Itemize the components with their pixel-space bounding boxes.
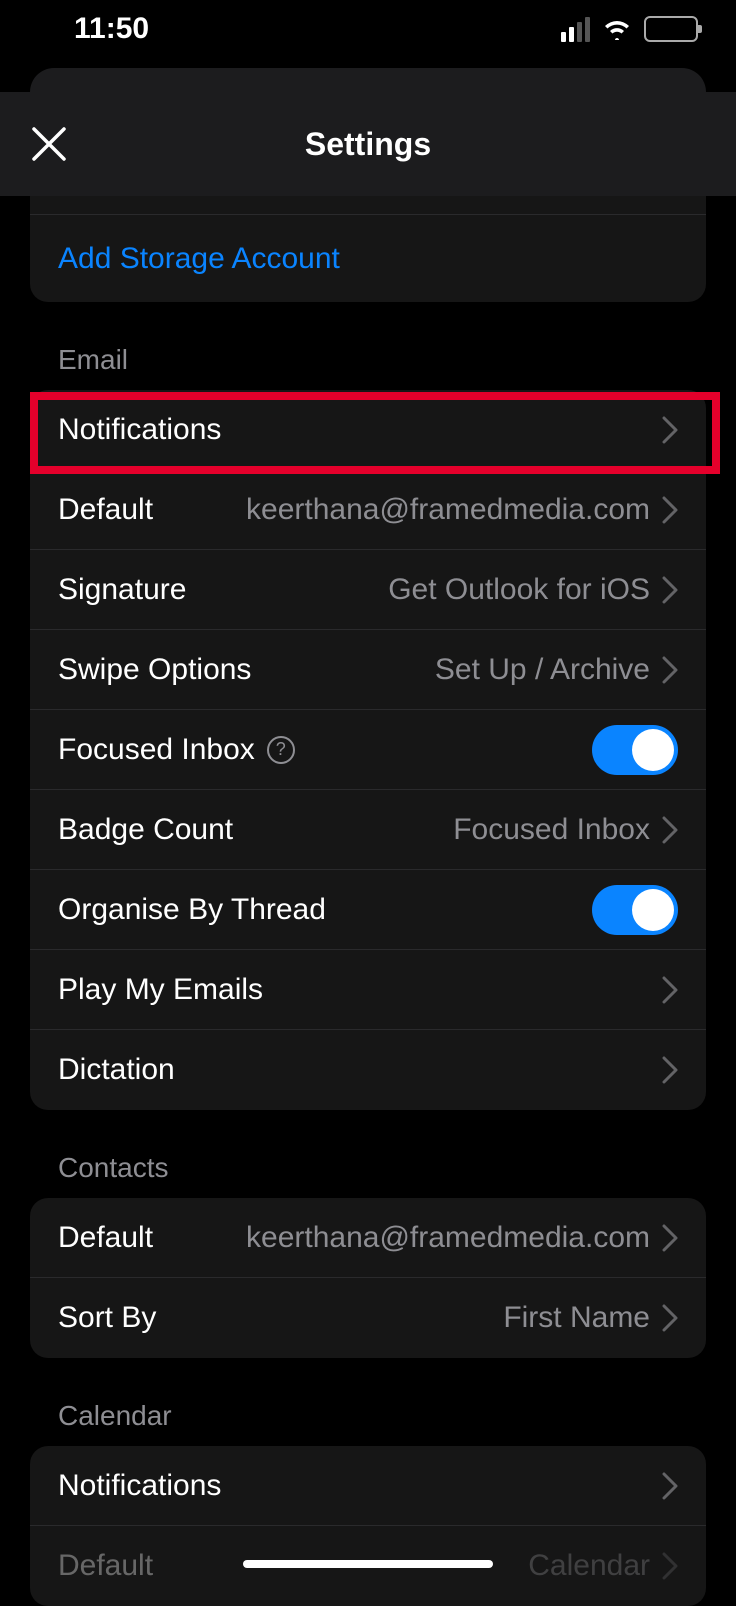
home-indicator[interactable] [243,1560,493,1568]
help-icon[interactable]: ? [267,736,295,764]
email-dictation-label: Dictation [58,1053,175,1087]
settings-header: Settings [0,92,736,196]
section-header-contacts: Contacts [0,1110,736,1198]
email-default-value: keerthana@framedmedia.com [246,493,650,527]
email-organise-label: Organise By Thread [58,893,326,927]
chevron-right-icon [662,416,678,444]
close-button[interactable] [30,125,68,163]
email-notifications-row[interactable]: Notifications [30,390,706,470]
calendar-notifications-row[interactable]: Notifications [30,1446,706,1526]
calendar-default-value: Calendar [528,1549,650,1583]
wifi-icon [602,18,632,40]
status-time: 11:50 [74,12,149,46]
contacts-sort-row[interactable]: Sort By First Name [30,1278,706,1358]
page-title: Settings [305,126,431,163]
email-default-label: Default [58,493,153,527]
email-signature-label: Signature [58,573,186,607]
close-icon [30,125,68,163]
chevron-right-icon [662,496,678,524]
email-badge-value: Focused Inbox [453,813,650,847]
email-focused-inbox-label: Focused Inbox [58,733,255,767]
calendar-default-label: Default [58,1549,153,1583]
email-default-row[interactable]: Default keerthana@framedmedia.com [30,470,706,550]
organise-by-thread-toggle[interactable] [592,885,678,935]
contacts-card: Default keerthana@framedmedia.com Sort B… [30,1198,706,1358]
focused-inbox-toggle[interactable] [592,725,678,775]
section-header-calendar: Calendar [0,1358,736,1446]
accounts-card: Add Storage Account [30,196,706,302]
email-badge-row[interactable]: Badge Count Focused Inbox [30,790,706,870]
email-focused-inbox-row: Focused Inbox ? [30,710,706,790]
battery-icon [644,16,698,42]
email-organise-row: Organise By Thread [30,870,706,950]
add-storage-account-label: Add Storage Account [58,242,340,276]
chevron-right-icon [662,1304,678,1332]
chevron-right-icon [662,1224,678,1252]
email-card: Notifications Default keerthana@framedme… [30,390,706,1110]
add-storage-account-button[interactable]: Add Storage Account [30,214,706,302]
email-signature-value: Get Outlook for iOS [388,573,650,607]
chevron-right-icon [662,1056,678,1084]
chevron-right-icon [662,976,678,1004]
email-badge-label: Badge Count [58,813,233,847]
contacts-sort-label: Sort By [58,1301,156,1335]
email-swipe-row[interactable]: Swipe Options Set Up / Archive [30,630,706,710]
cell-signal-icon [561,17,590,42]
email-notifications-label: Notifications [58,413,221,447]
email-dictation-row[interactable]: Dictation [30,1030,706,1110]
email-play-label: Play My Emails [58,973,263,1007]
contacts-sort-value: First Name [503,1301,650,1335]
status-bar: 11:50 [0,0,736,58]
contacts-default-row[interactable]: Default keerthana@framedmedia.com [30,1198,706,1278]
email-swipe-label: Swipe Options [58,653,251,687]
contacts-default-label: Default [58,1221,153,1255]
calendar-notifications-label: Notifications [58,1469,221,1503]
contacts-default-value: keerthana@framedmedia.com [246,1221,650,1255]
section-header-email: Email [0,302,736,390]
modal-backdrop-top [30,68,706,92]
calendar-card: Notifications Default Calendar [30,1446,706,1606]
chevron-right-icon [662,1472,678,1500]
email-swipe-value: Set Up / Archive [435,653,650,687]
status-right [561,16,698,42]
email-signature-row[interactable]: Signature Get Outlook for iOS [30,550,706,630]
chevron-right-icon [662,816,678,844]
chevron-right-icon [662,656,678,684]
email-play-row[interactable]: Play My Emails [30,950,706,1030]
chevron-right-icon [662,1552,678,1580]
chevron-right-icon [662,576,678,604]
